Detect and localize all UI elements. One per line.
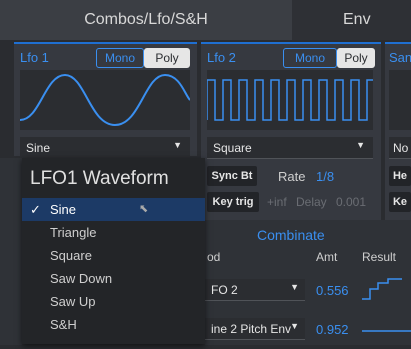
menu-item-saw-down[interactable]: Saw Down: [22, 267, 205, 290]
combinate-row2-source[interactable]: ine 2 Pitch Env ▼: [205, 318, 305, 340]
menu-title: LFO1 Waveform: [30, 168, 169, 189]
chevron-down-icon: ▼: [290, 321, 299, 331]
combinate-title: Combinate: [257, 227, 325, 243]
lfo1-waveform-dropdown[interactable]: Sine ▼: [20, 137, 190, 159]
lfo2-sync-button[interactable]: Sync Bt: [207, 166, 257, 186]
combinate-row2-source-value: ine 2 Pitch Env: [211, 321, 292, 336]
menu-item-label: Square: [50, 248, 92, 263]
combinate-row1-source[interactable]: FO 2 ▼: [205, 279, 305, 301]
sh-button-1[interactable]: He: [389, 166, 411, 186]
combinate-col-mod: od: [207, 250, 221, 264]
lfo1-mono-button[interactable]: Mono: [96, 48, 144, 68]
lfo1-waveform-menu: LFO1 Waveform ✓ Sine ⬉ Triangle Square S…: [22, 158, 205, 344]
menu-item-label: Sine: [50, 202, 77, 217]
menu-item-sh[interactable]: S&H: [22, 313, 205, 336]
lfo2-inf-label: +inf: [267, 195, 287, 209]
menu-item-square[interactable]: Square: [22, 244, 205, 267]
combinate-row1-source-value: FO 2: [211, 282, 238, 297]
sh-button-2[interactable]: Ke: [389, 192, 411, 212]
combinate-col-result: Result: [362, 250, 397, 264]
lfo1-title: Lfo 1: [20, 50, 49, 65]
menu-item-triangle[interactable]: Triangle: [22, 221, 205, 244]
sine-wave-icon: [19, 73, 191, 127]
menu-item-saw-up[interactable]: Saw Up: [22, 290, 205, 313]
check-icon: ✓: [30, 201, 41, 217]
lfo2-delay-label: Delay: [296, 195, 327, 209]
menu-item-label: Saw Up: [50, 294, 96, 309]
lfo2-rate-label: Rate: [278, 169, 306, 184]
lfo1-waveform-display: [19, 70, 191, 130]
combinate-row1-amt[interactable]: 0.556: [316, 283, 349, 298]
lfo1-waveform-value: Sine: [26, 140, 51, 155]
combinate-row2-result: [362, 318, 411, 344]
tab-env[interactable]: Env: [343, 0, 371, 40]
lfo2-keytrig-button[interactable]: Key trig: [207, 192, 259, 212]
menu-item-label: Saw Down: [50, 271, 113, 286]
lfo2-rate-value[interactable]: 1/8: [316, 169, 334, 184]
menu-item-label: Triangle: [50, 225, 97, 240]
combinate-row2-amt[interactable]: 0.952: [316, 322, 349, 337]
tab-combos-lfo-sh[interactable]: Combos/Lfo/S&H: [0, 0, 292, 40]
lfo2-delay-value[interactable]: 0.001: [336, 195, 366, 209]
lfo2-mono-button[interactable]: Mono: [283, 48, 337, 68]
lfo2-poly-button[interactable]: Poly: [337, 48, 375, 68]
left-panel-edge: [0, 158, 22, 345]
chevron-down-icon: ▼: [290, 282, 299, 292]
menu-item-label: S&H: [50, 317, 77, 332]
result-wave-icon: [362, 278, 402, 300]
menu-item-sine[interactable]: ✓ Sine ⬉: [22, 198, 205, 221]
chevron-down-icon: ▼: [173, 140, 182, 150]
lfo1-poly-button[interactable]: Poly: [144, 48, 190, 68]
cursor-icon: ⬉: [139, 203, 149, 215]
sh-dropdown-value: No: [393, 140, 409, 155]
combinate-col-amt: Amt: [316, 250, 338, 264]
lfo2-waveform-display: [206, 70, 373, 130]
result-line-icon: [362, 330, 411, 332]
lfo2-title: Lfo 2: [207, 50, 236, 65]
combinate-row1-result: [362, 277, 411, 303]
square-wave-icon: [206, 79, 373, 121]
lfo2-waveform-value: Square: [213, 140, 252, 155]
lfo2-waveform-dropdown[interactable]: Square ▼: [207, 137, 373, 159]
sh-title: San: [389, 50, 411, 65]
chevron-down-icon: ▼: [356, 140, 365, 150]
sh-display: [389, 70, 411, 130]
sh-dropdown[interactable]: No: [389, 137, 411, 159]
